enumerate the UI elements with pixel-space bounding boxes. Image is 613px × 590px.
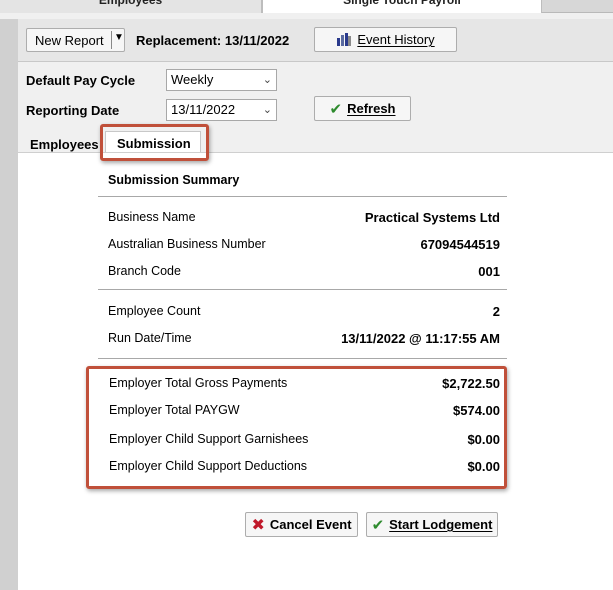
pay-cycle-value: Weekly [171,72,214,87]
highlight-submission-tab [100,124,209,161]
tab-employees[interactable]: Employees [30,137,99,152]
summary-title: Submission Summary [108,173,240,187]
pay-cycle-label: Default Pay Cycle [26,73,136,88]
dropdown-arrow-icon[interactable]: ▼ [114,32,124,43]
cancel-event-button[interactable]: ✖ Cancel Event [245,512,358,537]
replacement-label: Replacement: 13/11/2022 [136,33,290,48]
new-report-button[interactable]: New Report ▼ [26,28,125,52]
window-tab-single-touch-payroll[interactable]: Single Touch Payroll [262,0,542,13]
employee-count-label: Employee Count [108,304,201,318]
reporting-date-value: 13/11/2022 [171,102,236,117]
pay-cycle-select[interactable]: Weekly ⌄ [166,69,277,91]
window-tab-strip: Employees Single Touch Payroll [0,0,613,13]
divider [98,196,507,197]
start-lodgement-button[interactable]: ✔ Start Lodgement [366,512,498,537]
reporting-date-label: Reporting Date [26,103,120,118]
cross-icon: ✖ [251,516,265,534]
window-tab-employees[interactable]: Employees [0,0,262,13]
run-datetime-value: 13/11/2022 @ 11:17:55 AM [341,331,500,346]
divider [98,358,507,359]
business-name-value: Practical Systems Ltd [364,210,500,225]
reporting-date-picker[interactable]: 13/11/2022 ⌄ [166,99,277,121]
abn-label: Australian Business Number [108,237,266,251]
start-lodgement-label: Start Lodgement [389,517,493,532]
divider [98,289,507,290]
refresh-label: Refresh [347,101,396,116]
refresh-button[interactable]: ✔ Refresh [314,96,411,121]
run-datetime-label: Run Date/Time [108,331,192,345]
chevron-down-icon: ⌄ [262,104,272,116]
employee-count-value: 2 [492,304,500,319]
left-margin [0,19,18,590]
event-history-label: Event History [357,32,435,47]
checkmark-icon: ✔ [329,100,343,118]
cancel-event-label: Cancel Event [269,517,352,532]
new-report-label: New Report [35,32,104,48]
branch-value: 001 [478,264,500,279]
highlight-employer-totals [86,366,507,489]
chevron-down-icon: ⌄ [262,74,272,86]
split-divider [111,31,112,49]
event-history-button[interactable]: Event History [314,27,457,52]
abn-value: 67094544519 [420,237,500,252]
event-history-icon [337,33,352,46]
business-name-label: Business Name [108,210,196,224]
branch-label: Branch Code [108,264,181,278]
checkmark-icon: ✔ [371,516,385,534]
